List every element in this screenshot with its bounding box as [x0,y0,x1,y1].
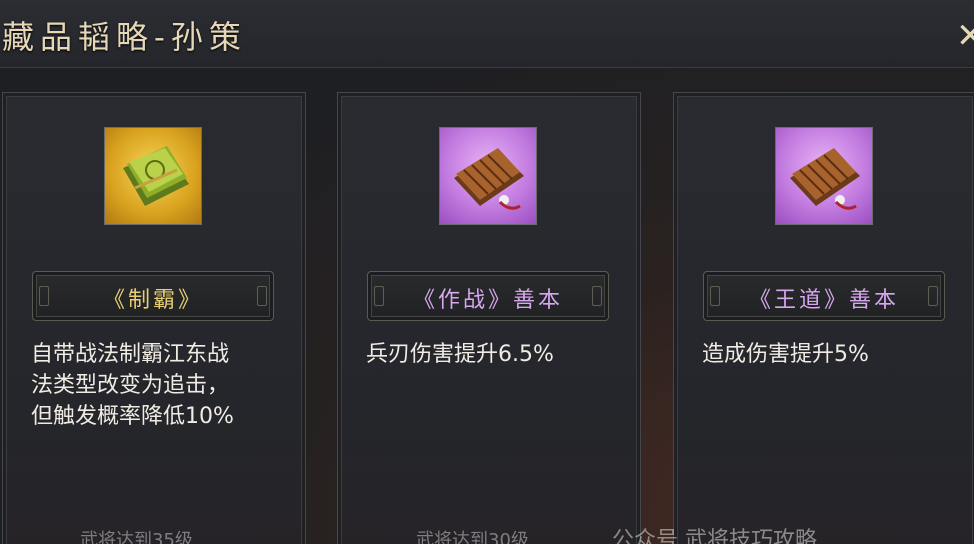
item-description: 造成伤害提升5% [702,339,952,370]
plate-ornament-right [257,286,267,306]
description-line: 但触发概率降低10% [31,404,234,429]
description-line: 造成伤害提升5% [702,342,869,367]
watermark: 公众号 武将技巧攻略 [612,528,817,544]
description-line: 法类型改变为追击， [31,373,230,398]
purple-bamboo-scroll-icon [775,127,873,225]
item-name-plate: 《作战》善本 [367,271,609,321]
item-name: 《王道》善本 [748,288,899,313]
plate-ornament-left [39,286,49,306]
strategy-card[interactable]: 《王道》善本 造成伤害提升5% [673,92,974,544]
strategy-card[interactable]: 《作战》善本 兵刃伤害提升6.5% [337,92,641,544]
item-name: 《作战》善本 [412,288,563,313]
close-icon[interactable]: ✕ [956,16,974,56]
item-description: 兵刃伤害提升6.5% [366,339,616,370]
item-name: 《制霸》 [102,288,203,313]
unlock-requirement: 武将达到35级 [80,530,193,544]
unlock-requirement: 武将达到30级 [416,530,529,544]
item-description: 自带战法制霸江东战 法类型改变为追击， 但触发概率降低10% [31,339,281,432]
plate-ornament-right [928,286,938,306]
description-line: 兵刃伤害提升6.5% [366,342,554,367]
plate-ornament-left [710,286,720,306]
purple-bamboo-scroll-icon [439,127,537,225]
item-name-plate: 《王道》善本 [703,271,945,321]
header-bar: 藏品韬略-孙策 ✕ [0,0,974,68]
plate-ornament-left [374,286,384,306]
plate-ornament-right [592,286,602,306]
description-line: 自带战法制霸江东战 [31,342,230,367]
strategy-card[interactable]: 《制霸》 自带战法制霸江东战 法类型改变为追击， 但触发概率降低10% [2,92,306,544]
item-name-plate: 《制霸》 [32,271,274,321]
page-title: 藏品韬略-孙策 [2,18,247,56]
gold-bound-book-icon [104,127,202,225]
